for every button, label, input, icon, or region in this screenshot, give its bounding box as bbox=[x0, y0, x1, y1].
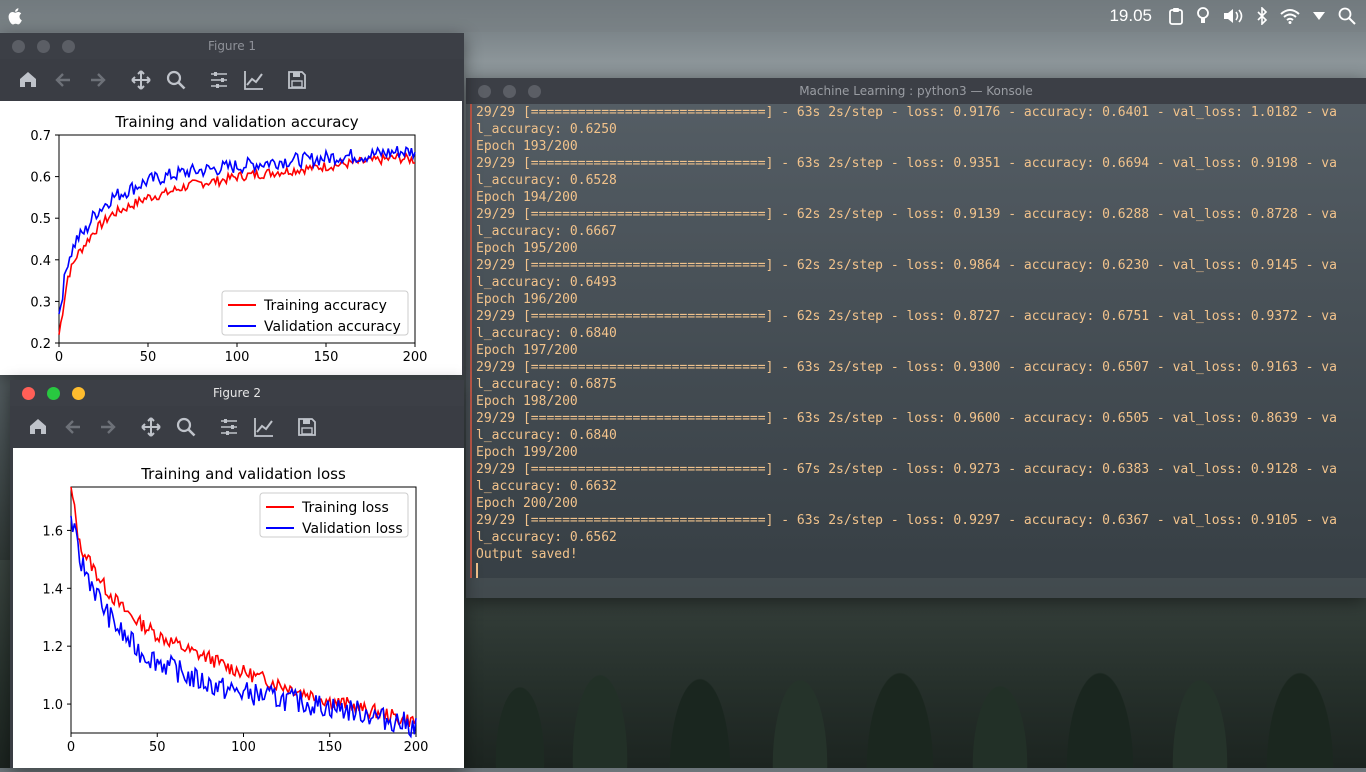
x-tick-label: 200 bbox=[403, 350, 428, 365]
legend-label: Training loss bbox=[301, 500, 389, 516]
x-tick-label: 150 bbox=[314, 350, 339, 365]
bluetooth-icon[interactable] bbox=[1256, 7, 1268, 25]
save-button[interactable] bbox=[289, 412, 324, 442]
configure-button[interactable] bbox=[201, 65, 236, 95]
y-tick-label: 0.5 bbox=[30, 212, 51, 227]
wifi-icon[interactable] bbox=[1280, 8, 1300, 24]
y-tick-label: 1.6 bbox=[42, 524, 63, 539]
figure2-toolbar bbox=[10, 406, 464, 448]
configure-icon bbox=[220, 419, 237, 435]
back-button[interactable] bbox=[55, 412, 90, 442]
pan-button[interactable] bbox=[133, 412, 168, 442]
zoom-button[interactable] bbox=[158, 65, 193, 95]
y-tick-label: 0.4 bbox=[30, 254, 51, 269]
back-icon bbox=[54, 73, 70, 87]
x-tick-label: 200 bbox=[404, 740, 429, 755]
x-tick-label: 150 bbox=[317, 740, 342, 755]
maximize-button[interactable] bbox=[62, 40, 75, 53]
pan-icon bbox=[140, 417, 161, 437]
y-tick-label: 0.6 bbox=[30, 171, 51, 186]
forward-icon bbox=[100, 420, 116, 434]
legend-label: Training accuracy bbox=[263, 298, 387, 314]
pan-icon bbox=[130, 70, 151, 90]
x-tick-label: 50 bbox=[149, 740, 166, 755]
figure2-titlebar[interactable]: Figure 2 bbox=[10, 380, 464, 406]
forward-button[interactable] bbox=[90, 412, 125, 442]
volume-icon[interactable] bbox=[1222, 7, 1244, 25]
figure1-window[interactable]: Figure 1 Training and validation accurac… bbox=[0, 33, 464, 375]
chart-title: Training and validation loss bbox=[140, 465, 346, 483]
dropdown-icon[interactable] bbox=[1312, 11, 1326, 21]
konsole-titlebar[interactable]: Machine Learning : python3 — Konsole bbox=[466, 78, 1366, 104]
close-button[interactable] bbox=[22, 387, 35, 400]
y-tick-label: 1.2 bbox=[42, 640, 63, 655]
y-tick-label: 1.0 bbox=[42, 698, 63, 713]
y-tick-label: 0.3 bbox=[30, 295, 51, 310]
maximize-button[interactable] bbox=[528, 85, 541, 98]
apple-icon[interactable] bbox=[8, 7, 24, 25]
configure-icon bbox=[210, 72, 227, 88]
home-icon bbox=[29, 419, 46, 434]
y-tick-label: 0.2 bbox=[30, 337, 51, 352]
minimize-button[interactable] bbox=[37, 40, 50, 53]
home-icon bbox=[19, 72, 36, 87]
forward-icon bbox=[90, 73, 106, 87]
bulb-icon[interactable] bbox=[1196, 7, 1210, 25]
x-tick-label: 0 bbox=[55, 350, 63, 365]
x-tick-label: 50 bbox=[140, 350, 157, 365]
window-title: Figure 1 bbox=[207, 39, 257, 53]
window-title: Figure 2 bbox=[212, 386, 262, 400]
save-icon bbox=[297, 418, 316, 436]
home-button[interactable] bbox=[10, 65, 45, 95]
save-button[interactable] bbox=[279, 65, 314, 95]
forward-button[interactable] bbox=[80, 65, 115, 95]
figure1-toolbar bbox=[0, 59, 464, 101]
home-button[interactable] bbox=[20, 412, 55, 442]
edit-axes-button[interactable] bbox=[246, 412, 281, 442]
search-icon[interactable] bbox=[1338, 7, 1356, 25]
edit-axes-icon bbox=[243, 71, 263, 90]
back-button[interactable] bbox=[45, 65, 80, 95]
zoom-button[interactable] bbox=[168, 412, 203, 442]
edit-axes-icon bbox=[253, 418, 273, 437]
y-tick-label: 0.7 bbox=[30, 129, 51, 144]
konsole-window[interactable]: Machine Learning : python3 — Konsole 29/… bbox=[466, 78, 1366, 598]
x-tick-label: 100 bbox=[231, 740, 256, 755]
close-button[interactable] bbox=[478, 85, 491, 98]
configure-button[interactable] bbox=[211, 412, 246, 442]
zoom-icon bbox=[166, 70, 185, 90]
pan-button[interactable] bbox=[123, 65, 158, 95]
legend-label: Validation loss bbox=[302, 521, 403, 537]
legend-label: Validation accuracy bbox=[264, 319, 401, 335]
top-menubar: 19.05 bbox=[0, 0, 1366, 32]
y-tick-label: 1.4 bbox=[42, 582, 63, 597]
figure2-plot[interactable]: Training and validation loss 0 50 100 150 200… bbox=[13, 448, 464, 768]
figure1-plot[interactable]: Training and validation accuracy 0 50 100 15… bbox=[0, 101, 462, 375]
x-tick-label: 0 bbox=[67, 740, 75, 755]
edit-axes-button[interactable] bbox=[236, 65, 271, 95]
terminal-cursor bbox=[476, 563, 478, 578]
back-icon bbox=[64, 420, 80, 434]
window-title: Machine Learning : python3 — Konsole bbox=[799, 84, 1033, 98]
clock[interactable]: 19.05 bbox=[1109, 6, 1152, 26]
minimize-button[interactable] bbox=[47, 387, 60, 400]
terminal-text: 29/29 [==============================] -… bbox=[476, 104, 1366, 578]
figure1-titlebar[interactable]: Figure 1 bbox=[0, 33, 464, 59]
minimize-button[interactable] bbox=[503, 85, 516, 98]
zoom-icon bbox=[176, 417, 195, 437]
maximize-button[interactable] bbox=[72, 387, 85, 400]
series-line-validation bbox=[58, 145, 416, 315]
figure2-window[interactable]: Figure 2 Training and validation loss 0 50… bbox=[10, 380, 464, 768]
x-tick-label: 100 bbox=[225, 350, 250, 365]
clipboard-icon[interactable] bbox=[1168, 7, 1184, 25]
close-button[interactable] bbox=[12, 40, 25, 53]
chart-title: Training and validation accuracy bbox=[114, 113, 358, 131]
terminal-output[interactable]: 29/29 [==============================] -… bbox=[470, 104, 1366, 578]
save-icon bbox=[287, 71, 306, 89]
